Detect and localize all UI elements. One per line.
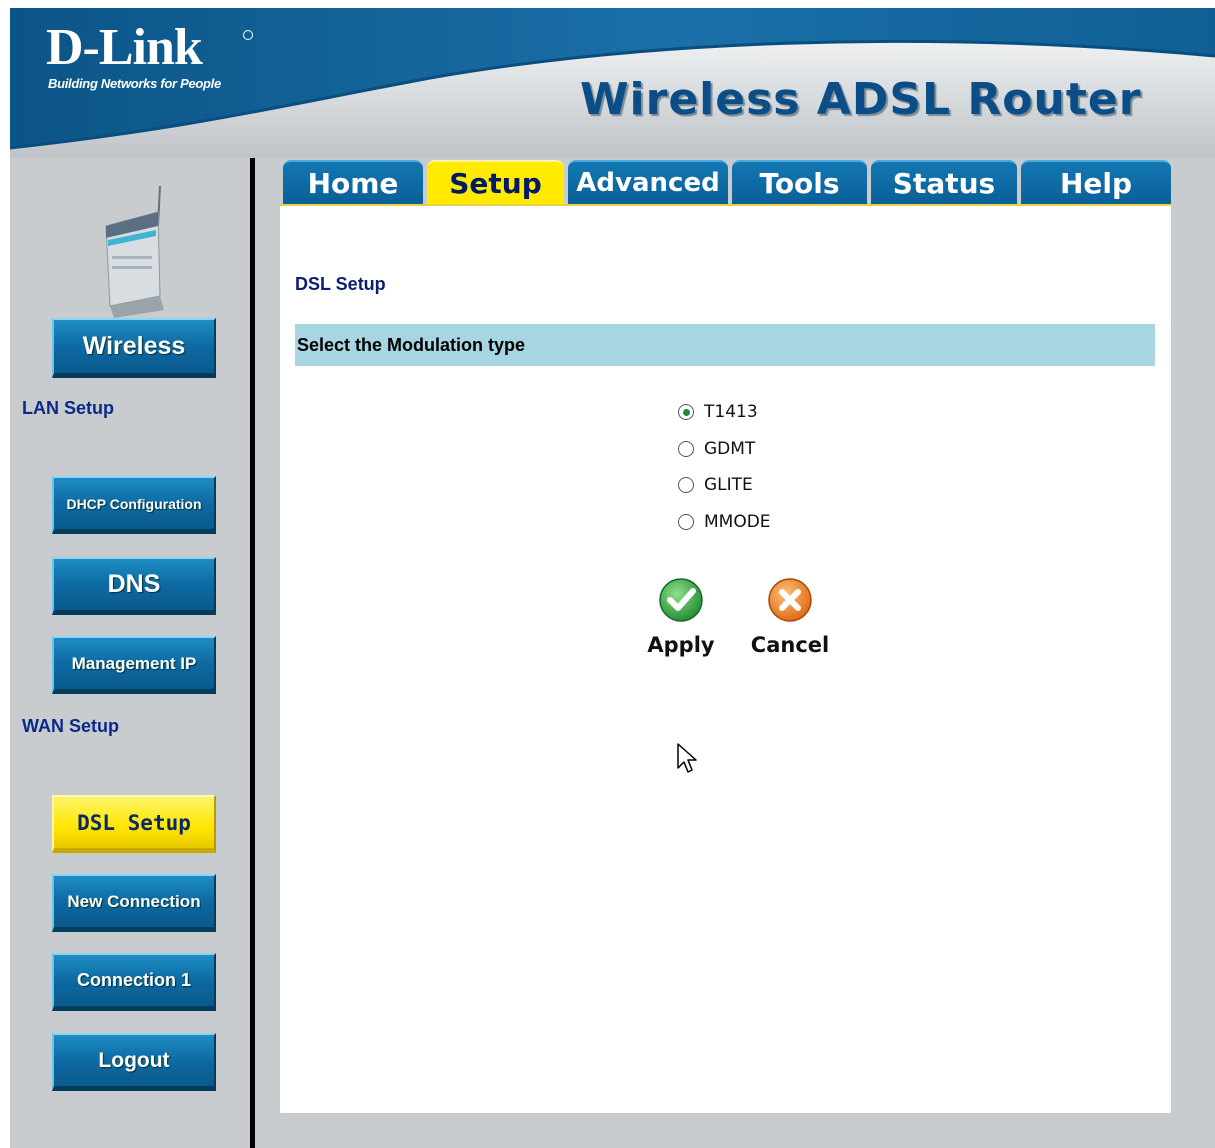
radio-button[interactable] xyxy=(678,477,694,493)
sidebar-logout-button[interactable]: Logout xyxy=(52,1033,216,1091)
radio-label: MMODE xyxy=(704,512,771,532)
radio-label: T1413 xyxy=(704,402,758,422)
radio-label: GLITE xyxy=(704,475,753,495)
sidebar-new-connection-button[interactable]: New Connection xyxy=(52,874,216,932)
tab-status[interactable]: Status xyxy=(871,160,1017,204)
lan-setup-label: LAN Setup xyxy=(22,398,114,418)
modulation-header-text: Select the Modulation type xyxy=(297,335,526,355)
sidebar-dns-button[interactable]: DNS xyxy=(52,557,216,615)
cancel-button[interactable]: Cancel xyxy=(750,576,830,657)
apply-label: Apply xyxy=(647,633,715,657)
brand-tagline: Building Networks for People xyxy=(48,76,221,91)
sidebar-management-ip-button[interactable]: Management IP xyxy=(52,636,216,694)
mouse-pointer-icon xyxy=(677,743,697,773)
x-circle-icon[interactable] xyxy=(766,576,814,624)
radio-button[interactable] xyxy=(678,514,694,530)
cancel-label: Cancel xyxy=(750,633,830,657)
sidebar-wireless-button[interactable]: Wireless xyxy=(52,318,216,378)
modulation-header-band: Select the Modulation type xyxy=(295,324,1155,366)
tab-tools[interactable]: Tools xyxy=(732,160,867,204)
tab-setup[interactable]: Setup xyxy=(427,160,564,204)
radio-button[interactable] xyxy=(678,441,694,457)
radio-option-gdmt[interactable]: GDMT xyxy=(678,436,755,462)
sidebar-dhcp-configuration-button[interactable]: DHCP Configuration xyxy=(52,476,216,534)
apply-button[interactable]: Apply xyxy=(641,576,721,657)
router-device-icon xyxy=(105,185,164,318)
sidebar-divider xyxy=(250,158,255,1148)
radio-option-t1413[interactable]: T1413 xyxy=(678,399,758,425)
main-content: DSL Setup Select the Modulation type T14… xyxy=(280,204,1171,1113)
radio-option-mmode[interactable]: MMODE xyxy=(678,509,771,535)
page-title: DSL Setup xyxy=(295,274,386,294)
radio-option-glite[interactable]: GLITE xyxy=(678,472,753,498)
radio-button[interactable] xyxy=(678,404,694,420)
tab-advanced[interactable]: Advanced xyxy=(568,160,728,204)
router-admin-page: D-Link Building Networks for People Wire… xyxy=(10,8,1215,1148)
tab-home[interactable]: Home xyxy=(283,160,423,204)
header-banner: D-Link Building Networks for People Wire… xyxy=(10,8,1215,158)
sidebar-connection-1-button[interactable]: Connection 1 xyxy=(52,953,216,1011)
radio-selected-dot xyxy=(682,408,690,416)
check-circle-icon[interactable] xyxy=(657,576,705,624)
product-title: Wireless ADSL Router xyxy=(580,74,1142,125)
brand-logo: D-Link xyxy=(46,19,203,76)
wan-setup-label: WAN Setup xyxy=(22,716,119,736)
tab-help[interactable]: Help xyxy=(1021,160,1171,204)
sidebar-dsl-setup-button[interactable]: DSL Setup xyxy=(52,795,216,853)
registered-mark-icon xyxy=(243,30,253,40)
radio-label: GDMT xyxy=(704,439,756,459)
